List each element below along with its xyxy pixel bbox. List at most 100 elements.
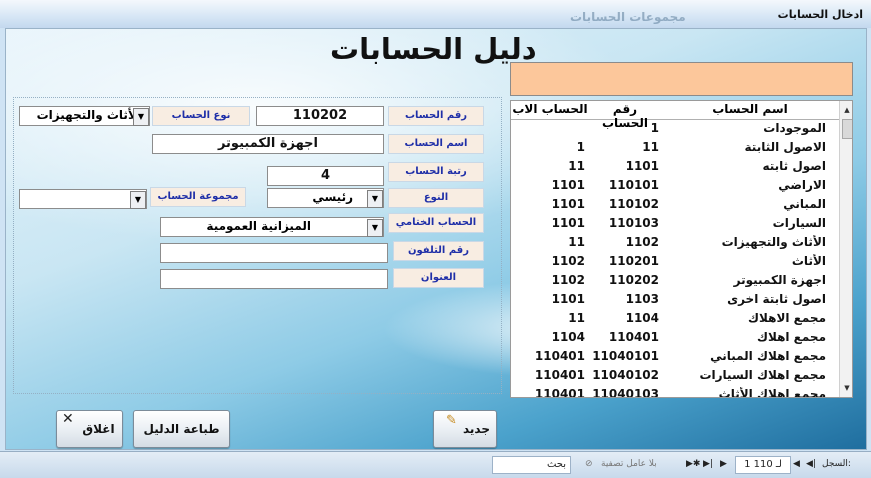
table-row[interactable]: مجمع اهلاك 110401 1104 [511, 329, 839, 348]
background-window-title: مجموعات الحسابات [570, 10, 686, 24]
table-row[interactable]: مجمع اهلاك المباني 11040101 110401 [511, 348, 839, 367]
close-button-label: اغلاق [82, 422, 115, 436]
table-row[interactable]: الأثاث 110201 1102 [511, 253, 839, 272]
account-rank-field[interactable]: 4 [267, 166, 384, 186]
account-type-value: الأثاث والتجهيزات [36, 108, 141, 122]
scroll-down-icon[interactable]: ▼ [840, 381, 852, 395]
account-type-combo[interactable]: الأثاث والتجهيزات ▼ [19, 106, 150, 126]
cell-number: 11040101 [592, 349, 659, 363]
table-row[interactable]: مجمع اهلاك السيارات 11040102 110401 [511, 367, 839, 386]
cell-parent [511, 121, 585, 138]
cell-number: 110401 [608, 330, 659, 344]
previous-record-icon[interactable]: ◀ [793, 457, 800, 471]
next-record-icon[interactable]: ▶ [720, 457, 727, 471]
print-guide-button-label: طباعة الدليل [143, 422, 220, 436]
phone-field[interactable] [160, 243, 388, 263]
new-button[interactable]: ✎ جديد [433, 410, 497, 448]
header-banner [510, 62, 853, 96]
cell-parent: 1102 [551, 254, 585, 268]
record-navigation-bar: السجل: ◀| ◀ 1 لـ 110 ▶ ▶| ▶✱ ⊘ بلا عامل … [0, 451, 871, 478]
cell-name: اصول ثابته [762, 159, 826, 173]
cell-parent: 1104 [551, 330, 585, 344]
scroll-thumb[interactable] [842, 119, 852, 139]
cell-number: 110103 [608, 216, 659, 230]
search-box[interactable]: بحث [492, 456, 571, 474]
cell-name: مجمع اهلاك المباني [710, 349, 826, 363]
cell-name: مجمع اهلاك الأثاث [718, 387, 826, 398]
cell-name: الموجودات [763, 121, 826, 135]
dropdown-arrow-icon[interactable]: ▼ [367, 190, 383, 208]
cell-name: الاصول الثابتة [744, 140, 826, 154]
table-row[interactable]: اصول ثابته 1101 11 [511, 158, 839, 177]
cell-number: 110102 [608, 197, 659, 211]
table-row[interactable]: مجمع اهلاك الأثاث 11040103 110401 [511, 386, 839, 398]
cell-parent: 1101 [551, 216, 585, 230]
last-record-icon[interactable]: ▶| [703, 457, 713, 471]
cell-parent: 110401 [534, 368, 585, 382]
account-name-label: اسم الحساب [388, 134, 484, 154]
account-group-combo[interactable]: ▼ [19, 189, 147, 209]
table-row[interactable]: المباني 110102 1101 [511, 196, 839, 215]
print-guide-button[interactable]: طباعة الدليل [133, 410, 230, 448]
dropdown-arrow-icon[interactable]: ▼ [130, 191, 146, 209]
column-header-account-name[interactable]: اسم الحساب [661, 101, 839, 120]
table-row[interactable]: الأثاث والتجهيزات 1102 11 [511, 234, 839, 253]
cell-parent: 11 [568, 159, 585, 173]
kind-label: النوع [388, 188, 484, 208]
record-label: السجل: [822, 459, 851, 469]
cell-number: 11040103 [592, 387, 659, 398]
new-record-icon[interactable]: ▶✱ [686, 457, 700, 471]
table-row[interactable]: الاصول الثابتة 11 1 [511, 139, 839, 158]
window-titlebar [0, 0, 871, 28]
cell-parent: 1102 [551, 273, 585, 287]
cell-number: 1 [650, 121, 659, 135]
cell-name: الأثاث والتجهيزات [721, 235, 826, 249]
column-header-parent-account[interactable]: الحساب الاب [511, 101, 589, 120]
close-button[interactable]: ✕ اغلاق [56, 410, 123, 448]
account-name-field[interactable]: اجهزة الكمبيوتر [152, 134, 384, 154]
scroll-up-icon[interactable]: ▲ [840, 103, 852, 117]
first-record-icon[interactable]: ◀| [806, 457, 816, 471]
cell-number: 110201 [608, 254, 659, 268]
accounts-list-scrollbar[interactable]: ▲ ▼ [839, 101, 852, 397]
cell-name: مجمع الاهلاك [748, 311, 826, 325]
table-row[interactable]: الموجودات 1 [511, 120, 839, 139]
column-header-account-number[interactable]: رقم الحساب [589, 101, 661, 130]
cell-parent: 1 [576, 140, 585, 154]
cell-name: الاراضي [778, 178, 826, 192]
table-row[interactable]: اصول ثابتة اخرى 1103 1101 [511, 291, 839, 310]
cell-name: مجمع اهلاك السيارات [699, 368, 826, 382]
account-type-label: نوع الحساب [152, 106, 250, 126]
dropdown-arrow-icon[interactable]: ▼ [133, 108, 149, 126]
new-button-label: جديد [462, 422, 490, 436]
account-number-field[interactable]: 110202 [256, 106, 384, 126]
accounts-list[interactable]: اسم الحساب رقم الحساب الحساب الاب الموجو… [510, 100, 853, 398]
dropdown-arrow-icon[interactable]: ▼ [367, 219, 383, 237]
table-row[interactable]: السيارات 110103 1101 [511, 215, 839, 234]
account-number-label: رقم الحساب [388, 106, 484, 126]
kind-value: رئيسي [312, 190, 353, 204]
address-label: العنوان [393, 268, 484, 288]
table-row[interactable]: الاراضي 110101 1101 [511, 177, 839, 196]
cell-name: اصول ثابتة اخرى [727, 292, 826, 306]
filter-icon: ⊘ [585, 459, 593, 469]
account-rank-label: رتبة الحساب [388, 162, 484, 182]
cell-parent: 110401 [534, 387, 585, 398]
record-position[interactable]: 1 لـ 110 [735, 456, 791, 474]
cell-number: 1104 [625, 311, 659, 325]
cell-number: 110202 [608, 273, 659, 287]
final-account-combo[interactable]: الميزانية العمومية ▼ [160, 217, 384, 237]
cell-name: مجمع اهلاك [756, 330, 826, 344]
cell-name: اجهزة الكمبيوتر [733, 273, 826, 287]
table-row[interactable]: اجهزة الكمبيوتر 110202 1102 [511, 272, 839, 291]
final-account-value: الميزانية العمومية [206, 219, 311, 233]
cell-number: 110101 [608, 178, 659, 192]
cell-number: 1102 [625, 235, 659, 249]
phone-label: رقم التلفون [393, 241, 484, 261]
no-filter-indicator[interactable]: بلا عامل تصفية [601, 457, 657, 471]
table-row[interactable]: مجمع الاهلاك 1104 11 [511, 310, 839, 329]
address-field[interactable] [160, 269, 388, 289]
cell-parent: 1101 [551, 197, 585, 211]
cell-parent: 1101 [551, 292, 585, 306]
kind-combo[interactable]: رئيسي ▼ [267, 188, 384, 208]
